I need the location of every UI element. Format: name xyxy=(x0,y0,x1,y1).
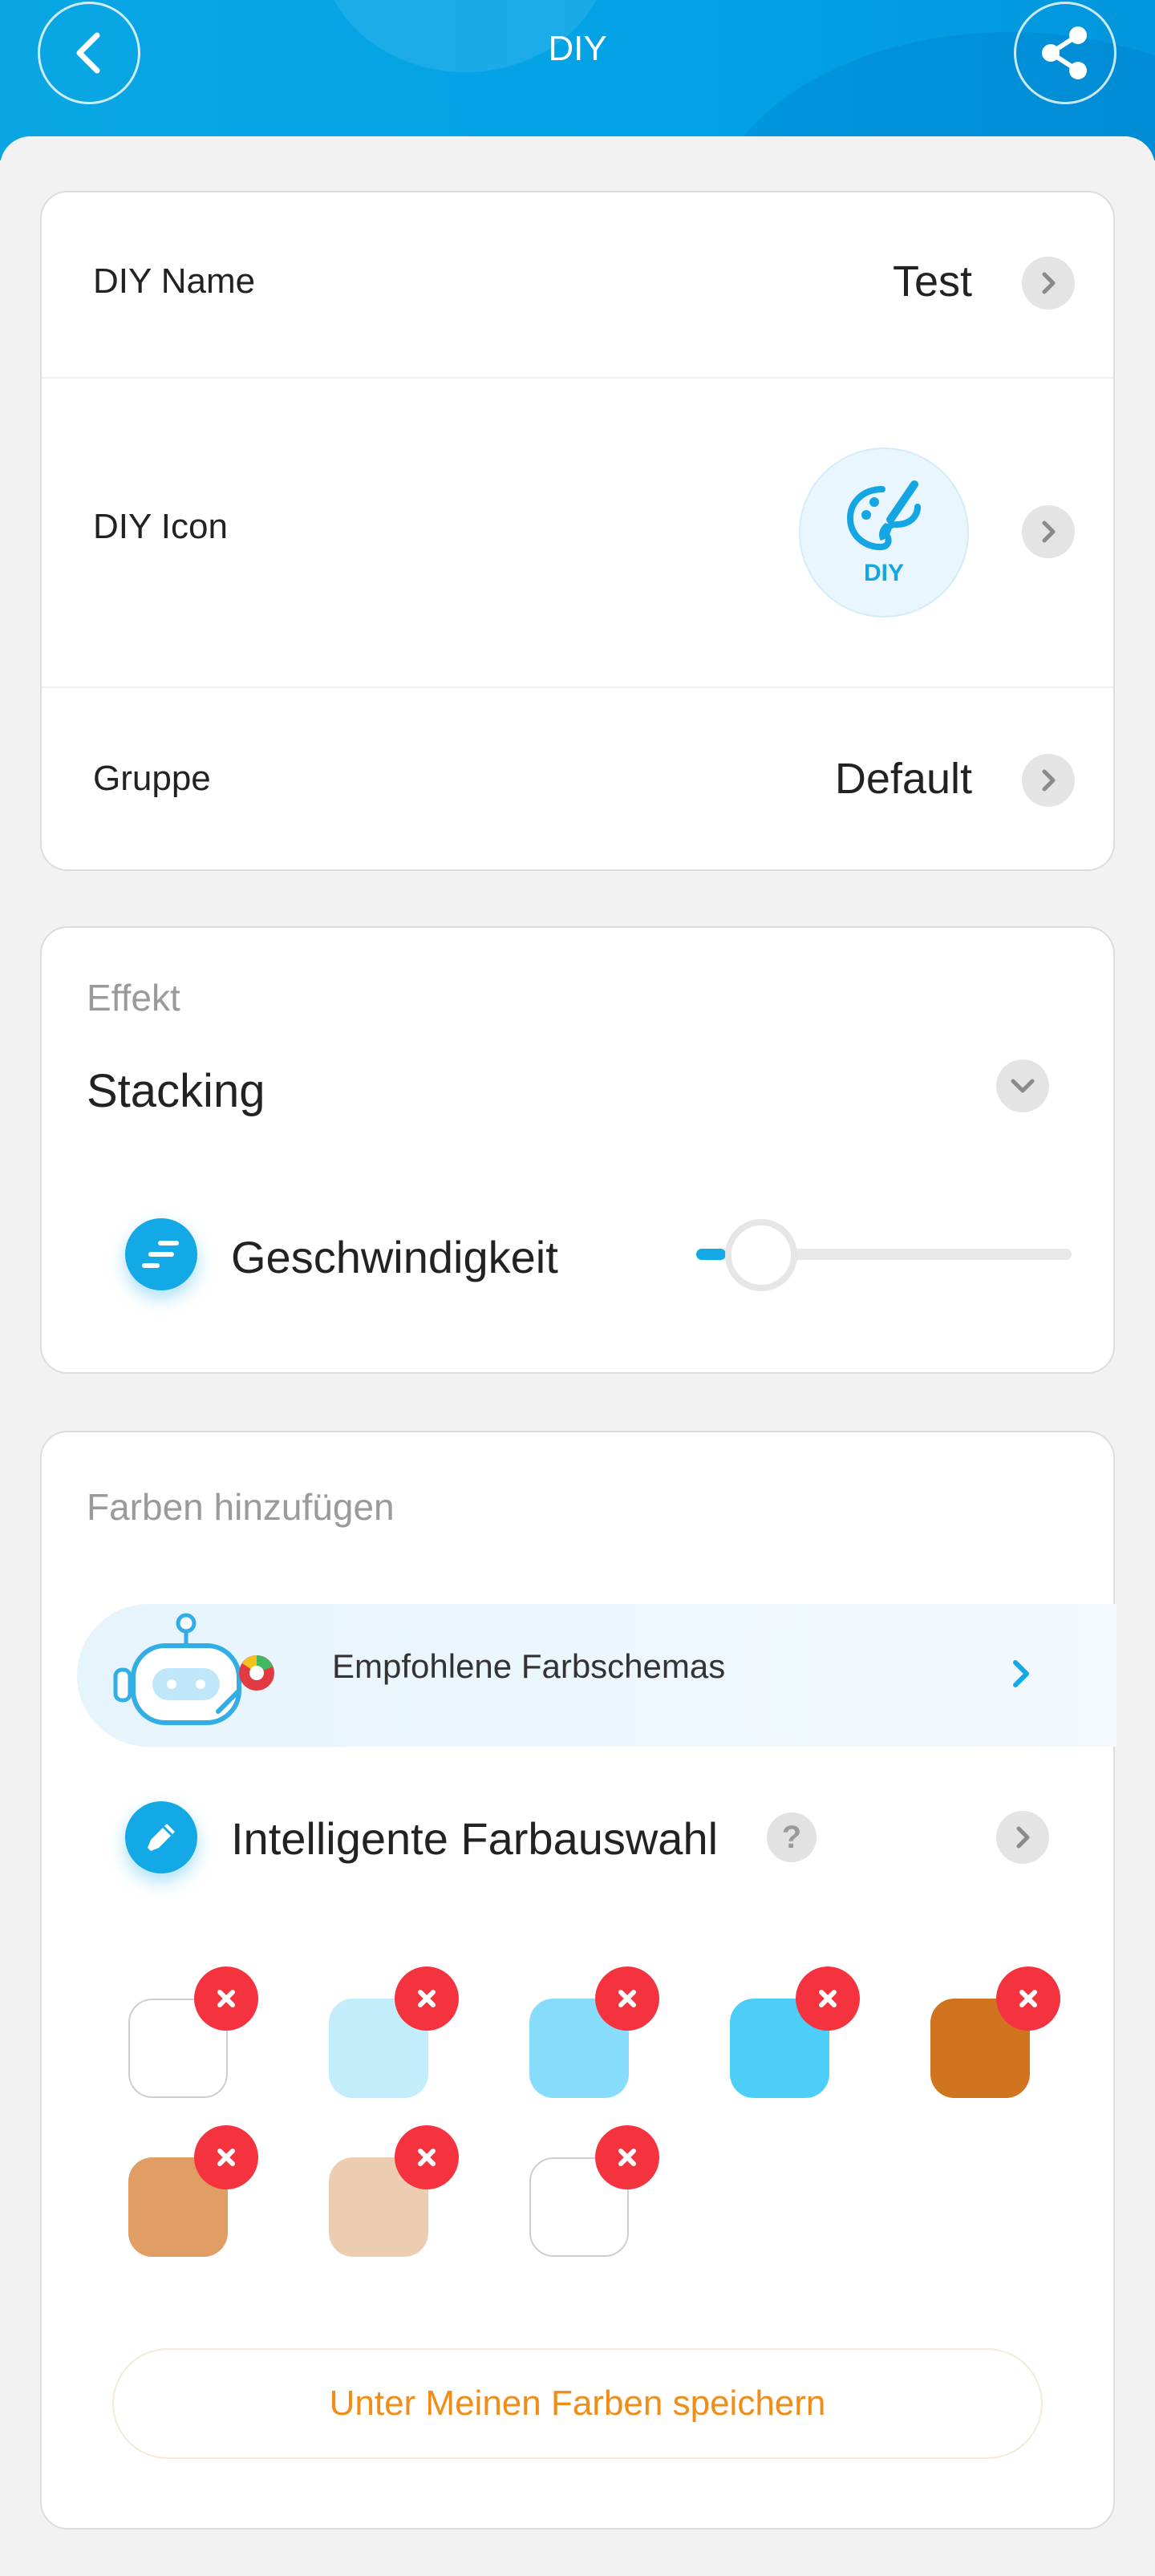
remove-color-button[interactable] xyxy=(796,1966,860,2031)
help-icon[interactable]: ? xyxy=(767,1813,817,1862)
remove-color-button[interactable] xyxy=(595,2125,659,2189)
chevron-right-icon xyxy=(1022,754,1075,807)
diy-name-row[interactable]: DIY Name Test xyxy=(42,192,1113,377)
diy-name-value: Test xyxy=(892,257,972,306)
share-button[interactable] xyxy=(1014,2,1116,104)
robot-icon xyxy=(113,1613,274,1725)
chevron-right-icon xyxy=(1022,505,1075,558)
save-to-my-colors-button[interactable]: Unter Meinen Farben speichern xyxy=(112,2348,1043,2459)
smart-color-pick-label[interactable]: Intelligente Farbauswahl xyxy=(231,1813,718,1865)
diy-icon-preview[interactable]: DIY xyxy=(799,448,969,618)
palette-brush-icon xyxy=(846,480,921,551)
remove-color-button[interactable] xyxy=(194,1966,258,2031)
close-icon xyxy=(217,2149,235,2166)
group-value: Default xyxy=(834,755,972,803)
close-icon xyxy=(819,1990,837,2007)
effect-card: Effekt Stacking Geschwindigkeit xyxy=(40,926,1115,1374)
remove-color-button[interactable] xyxy=(595,1966,659,2031)
speed-icon xyxy=(125,1218,197,1290)
smart-color-pick-button[interactable] xyxy=(996,1811,1049,1864)
remove-color-button[interactable] xyxy=(996,1966,1060,2031)
diy-details-card: DIY Name Test DIY Icon DIY Gruppe Defaul… xyxy=(40,191,1115,871)
group-label: Gruppe xyxy=(93,759,211,798)
close-icon xyxy=(1019,1990,1037,2007)
close-icon xyxy=(618,1990,636,2007)
close-icon xyxy=(418,1990,436,2007)
speed-slider-fill xyxy=(696,1249,727,1260)
speed-label: Geschwindigkeit xyxy=(231,1232,558,1282)
remove-color-button[interactable] xyxy=(194,2125,258,2189)
diy-icon-label: DIY Icon xyxy=(93,507,228,546)
group-row[interactable]: Gruppe Default xyxy=(42,688,1113,871)
close-icon xyxy=(618,2149,636,2166)
diy-icon-text: DIY xyxy=(863,560,904,586)
effect-dropdown-button[interactable] xyxy=(996,1059,1049,1112)
recommended-schemes-label: Empfohlene Farbschemas xyxy=(332,1647,726,1685)
speed-slider-handle[interactable] xyxy=(725,1219,798,1291)
colors-card: Farben hinzufügen Empfohlene Farbschemas… xyxy=(40,1431,1116,2529)
share-icon xyxy=(1042,26,1087,79)
close-icon xyxy=(217,1990,235,2007)
diy-name-label: DIY Name xyxy=(93,261,256,301)
colors-section-label: Farben hinzufügen xyxy=(87,1486,395,1528)
eyedropper-icon xyxy=(125,1801,197,1873)
remove-color-button[interactable] xyxy=(395,2125,459,2189)
close-icon xyxy=(418,2149,436,2166)
effect-value[interactable]: Stacking xyxy=(87,1064,265,1118)
chevron-right-icon xyxy=(1022,257,1075,310)
diy-icon-row[interactable]: DIY Icon DIY xyxy=(42,379,1113,687)
page-title: DIY xyxy=(548,29,607,68)
remove-color-button[interactable] xyxy=(395,1966,459,2031)
chevron-down-icon xyxy=(1011,1079,1035,1093)
chevron-right-icon xyxy=(1013,1660,1029,1687)
chevron-right-icon xyxy=(1016,1826,1030,1849)
effect-section-label: Effekt xyxy=(87,977,180,1019)
